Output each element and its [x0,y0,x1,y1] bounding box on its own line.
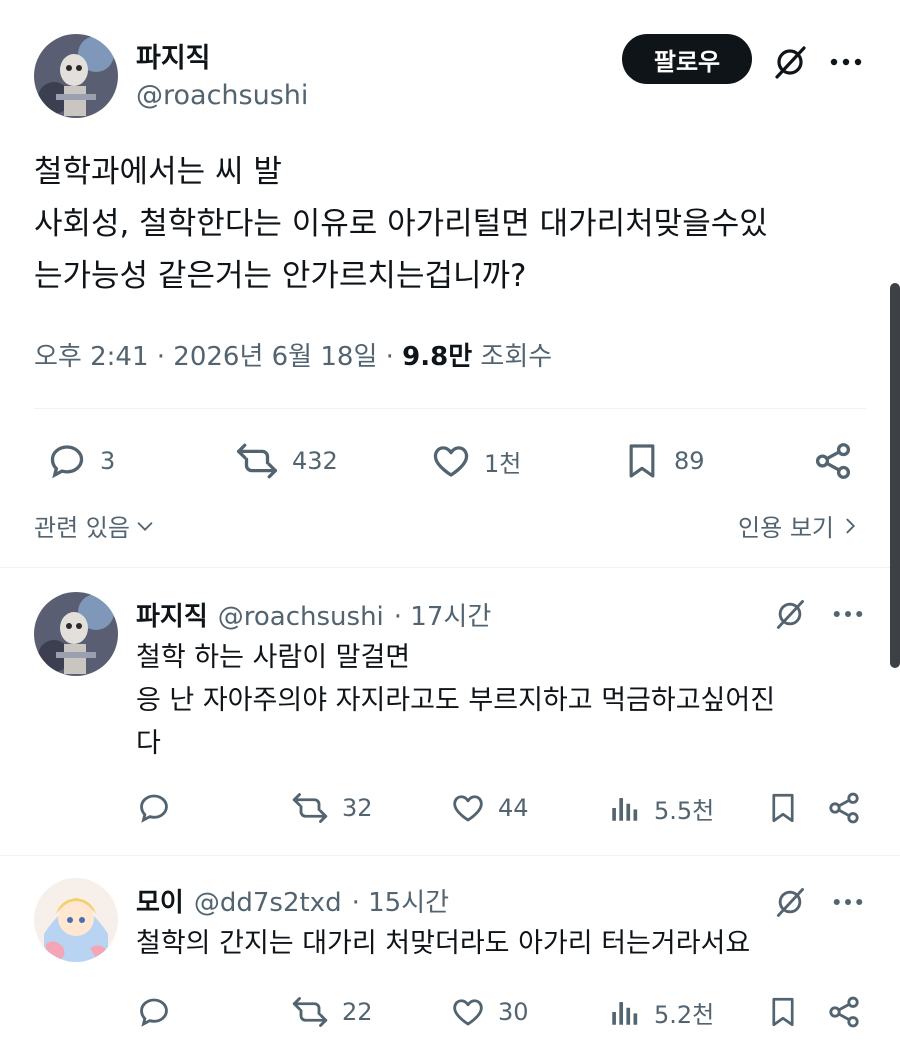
reply-count: 3 [100,447,116,475]
like-button[interactable]: 1천 [430,440,521,482]
reply-icon [50,445,84,479]
repost-button[interactable]: 432 [234,440,338,482]
views-count: 9.8만 [402,342,473,372]
repost-icon [292,793,328,823]
reply-time[interactable]: · 17시간 [394,596,491,633]
tweet-text-line: 철학과에서는 씨 발 [34,154,282,190]
views-icon [612,798,638,821]
repost-count: 22 [342,998,373,1026]
avatar[interactable] [34,592,118,676]
heart-icon [453,999,483,1026]
share-icon [829,996,859,1028]
reply-header: 모이 @dd7s2txd · 15시간 [136,882,449,919]
related-label: 관련 있음 [34,514,130,542]
handle[interactable]: @roachsushi [218,602,384,632]
reply-time[interactable]: · 15시간 [352,882,449,919]
reply-text-line: 응 난 자아주의야 자지라고도 부르지하고 먹금하고싶어진 [136,685,776,716]
tweet-meta: 오후 2:41 · 2026년 6월 18일 · 9.8만 조회수 [34,336,552,373]
repost-icon [292,997,328,1027]
reply-text-line: 철학 하는 사람이 말걸면 [136,642,411,673]
avatar[interactable] [34,34,118,118]
repost-icon [236,443,278,479]
tweet-text-line: 는가능성 같은거는 안가르치는겁니까? [34,258,527,294]
views-count: 5.5천 [654,796,715,825]
heart-icon [453,795,483,822]
views-count: 5.2천 [654,1000,715,1029]
display-name[interactable]: 모이 [136,882,184,919]
main-tweet: 파지직 @roachsushi 팔로우 철학과에서는 씨 발 사회성, 철학한다… [0,0,900,566]
like-count: 1천 [484,449,522,478]
repost-count: 432 [292,447,338,475]
more-icon[interactable] [830,596,866,632]
quotes-label: 인용 보기 [738,514,834,542]
share-button[interactable] [826,994,862,1030]
display-name[interactable]: 파지직 [136,596,208,633]
chevron-right-icon [846,518,856,533]
reply-icon [140,998,168,1027]
handle[interactable]: @roachsushi [136,80,308,111]
tweet-text: 철학과에서는 씨 발 사회성, 철학한다는 이유로 아가리털면 대가리처맞을수있… [34,146,874,302]
like-count: 44 [498,794,529,822]
handle[interactable]: @dd7s2txd [194,888,342,918]
reply-button[interactable] [136,790,172,826]
share-button[interactable] [812,440,854,482]
views-icon [612,1002,638,1025]
bookmark-button[interactable] [766,994,800,1030]
reply-icon [140,794,168,823]
more-icon[interactable] [828,44,864,80]
reply-text-line: 철학의 간지는 대가리 처맞더라도 아가리 터는거라서요 [136,928,751,959]
repost-button[interactable]: 32 [290,790,373,826]
share-icon [815,443,851,479]
reply-text: 철학 하는 사람이 말걸면 응 난 자아주의야 자지라고도 부르지하고 먹금하고… [136,636,856,765]
reply-button[interactable] [136,994,172,1030]
related-dropdown[interactable]: 관련 있음 [34,508,156,543]
reply-text-line: 다 [136,728,161,759]
scrollbar[interactable] [890,283,900,668]
avatar[interactable] [34,878,118,962]
like-count: 30 [498,998,529,1026]
bookmark-button[interactable]: 89 [622,440,705,482]
grok-icon[interactable] [770,42,810,82]
grok-icon[interactable] [770,882,810,922]
tweet-text-line: 사회성, 철학한다는 이유로 아가리털면 대가리처맞을수있 [34,206,768,242]
divider [34,408,866,409]
views-button[interactable]: 5.5천 [608,790,714,826]
share-button[interactable] [826,790,862,826]
like-button[interactable]: 44 [450,790,529,826]
bookmark-count: 89 [674,447,705,475]
views-label: 조회수 [480,342,553,372]
like-button[interactable]: 30 [450,994,529,1030]
grok-icon[interactable] [770,594,810,634]
views-button[interactable]: 5.2천 [608,994,714,1030]
reply-tweet[interactable]: 파지직 @roachsushi · 17시간 철학 하는 사람이 말걸면 응 난… [0,568,900,854]
repost-count: 32 [342,794,373,822]
reply-header: 파지직 @roachsushi · 17시간 [136,596,491,633]
bookmark-icon [772,793,794,823]
reply-button[interactable]: 3 [46,440,115,482]
heart-icon [433,446,469,477]
bookmark-icon [772,997,794,1027]
share-icon [829,792,859,824]
view-quotes-link[interactable]: 인용 보기 [738,508,860,543]
bookmark-button[interactable] [766,790,800,826]
reply-text: 철학의 간지는 대가리 처맞더라도 아가리 터는거라서요 [136,922,856,965]
more-icon[interactable] [830,884,866,920]
chevron-down-icon [137,521,153,531]
tweet-time[interactable]: 오후 2:41 · 2026년 6월 18일 · [34,342,394,372]
follow-button[interactable]: 팔로우 [622,34,752,84]
repost-button[interactable]: 22 [290,994,373,1030]
bookmark-icon [629,444,655,478]
display-name[interactable]: 파지직 [136,36,211,75]
reply-tweet[interactable]: 모이 @dd7s2txd · 15시간 철학의 간지는 대가리 처맞더라도 아가… [0,856,900,1053]
